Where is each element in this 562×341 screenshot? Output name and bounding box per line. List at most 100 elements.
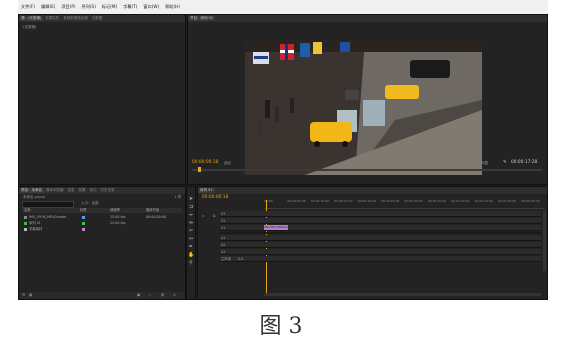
- column-media-start[interactable]: 媒体开始: [146, 208, 159, 213]
- timeline-horizontal-scrollbar[interactable]: [264, 293, 541, 296]
- label-color-swatch: [82, 216, 85, 219]
- item-fps: 25.00 fps: [110, 215, 126, 219]
- program-panel-tabs: 节目：序列 01: [188, 15, 547, 22]
- menu-file[interactable]: 文件(F): [18, 4, 38, 10]
- track-label: V1: [221, 226, 226, 230]
- slip-tool-icon[interactable]: ↔: [188, 236, 194, 242]
- menu-help[interactable]: 帮助(H): [162, 4, 183, 10]
- search-scope-dropdown[interactable]: 入口：全部: [81, 201, 99, 206]
- ruler-tick-label: 00:00:50:00: [497, 199, 517, 203]
- tab-sequence[interactable]: 序列 01: [198, 188, 215, 193]
- track-label: A1: [221, 236, 226, 240]
- new-bin-icon[interactable]: ▤: [161, 293, 164, 297]
- master-label: 主声道: [221, 257, 231, 261]
- sequence-icon: [24, 221, 27, 225]
- table-row[interactable]: 字幕素材: [22, 227, 182, 232]
- track-label: V3: [221, 212, 226, 216]
- menu-bar: 文件(F) 编辑(E) 项目(P) 序列(S) 标记(M) 字幕(T) 窗口(W…: [18, 0, 548, 14]
- menu-marker[interactable]: 标记(M): [99, 4, 120, 10]
- timeline-tabs: 序列 01: [198, 187, 547, 194]
- premiere-window: 文件(F) 编辑(E) 项目(P) 序列(S) 标记(M) 字幕(T) 窗口(W…: [18, 0, 548, 300]
- menu-edit[interactable]: 编辑(E): [38, 4, 58, 10]
- list-view-icon[interactable]: ☰: [22, 293, 25, 297]
- tab-audio-mixer[interactable]: 音频剪辑混合器: [61, 16, 90, 21]
- ripple-edit-tool-icon[interactable]: ⟛: [188, 212, 194, 218]
- column-name[interactable]: 名称: [24, 208, 31, 213]
- timeline-panel: 序列 01 00:00:00:18 ⊏ ⧉ ▾ ✎ 00:00 00:00:05…: [197, 186, 548, 300]
- delete-icon[interactable]: ✕: [173, 293, 176, 297]
- menu-project[interactable]: 项目(P): [58, 4, 78, 10]
- project-column-headers: 名称 标签 帧速率 媒体开始: [22, 208, 182, 213]
- project-panel-footer: ☰ ▦ ▣ ⌕ ▤ ✕: [19, 292, 185, 299]
- track-select-tool-icon[interactable]: ⇉: [188, 204, 194, 210]
- menu-window[interactable]: 窗口(W): [140, 4, 162, 10]
- title-icon: [24, 227, 27, 231]
- item-name: IMG_5976_MP4Grande: [29, 215, 67, 219]
- ruler-tick-label: 00:00:20:00: [357, 199, 376, 203]
- column-frame-rate[interactable]: 帧速率: [110, 208, 120, 213]
- figure-caption: 图 3: [259, 314, 303, 339]
- quality-dropdown[interactable]: 完整: [481, 161, 488, 166]
- item-name: 序列 01: [29, 221, 41, 225]
- linked-selection-icon[interactable]: ⧉: [213, 214, 216, 218]
- selection-tool-icon[interactable]: ➤: [188, 196, 194, 202]
- timeline-timecode: 00:00:00:18: [202, 195, 229, 200]
- settings-wrench-icon[interactable]: ✎: [503, 160, 507, 165]
- menu-title[interactable]: 字幕(T): [120, 4, 140, 10]
- tab-info[interactable]: 信息: [66, 188, 77, 193]
- video-track-v1[interactable]: V1 IMG_5976_MP4Grande: [220, 225, 541, 231]
- table-row[interactable]: 序列 01 25.00 fps: [22, 221, 182, 226]
- video-track-v3[interactable]: V3: [220, 211, 541, 217]
- tab-program[interactable]: 节目：序列 01: [188, 16, 216, 21]
- audio-track-a3[interactable]: A3: [220, 249, 541, 255]
- snap-icon[interactable]: ⊏: [202, 214, 205, 218]
- program-timecode: 00:00:00:18: [192, 160, 219, 165]
- razor-tool-icon[interactable]: ✂: [188, 228, 194, 234]
- hand-tool-icon[interactable]: ✋: [188, 252, 194, 258]
- table-row[interactable]: IMG_5976_MP4Grande 25.00 fps 00:00:00:00: [22, 215, 182, 220]
- tab-metadata[interactable]: 元数据: [90, 16, 105, 21]
- ruler-tick-label: 00:00:15:00: [334, 199, 353, 203]
- street-scene-image: [245, 40, 482, 175]
- source-empty-label: (无剪辑): [23, 25, 37, 29]
- tab-effects[interactable]: 效果: [77, 188, 88, 193]
- column-label[interactable]: 标签: [80, 208, 87, 213]
- playhead-scrub-bar[interactable]: [192, 167, 542, 172]
- master-track[interactable]: 主声道 0.0: [220, 256, 541, 262]
- project-item-count: 1 项: [174, 195, 181, 199]
- audio-track-a2[interactable]: A2: [220, 242, 541, 248]
- fit-dropdown[interactable]: 适合: [224, 161, 231, 166]
- audio-track-a1[interactable]: A1: [220, 235, 541, 241]
- menu-sequence[interactable]: 序列(S): [79, 4, 99, 10]
- program-video-frame: [245, 40, 482, 175]
- item-start: 00:00:00:00: [146, 215, 167, 219]
- playhead-marker[interactable]: [198, 167, 201, 172]
- tab-media-browser[interactable]: 媒体浏览器: [44, 188, 66, 193]
- ruler-tick-label: 00:00:10:00: [310, 199, 330, 203]
- ruler-tick-label: 00:00:05:00: [287, 199, 306, 203]
- zoom-tool-icon[interactable]: ⚲: [188, 260, 194, 266]
- timeline-vertical-scrollbar[interactable]: [543, 211, 546, 271]
- rolling-edit-tool-icon[interactable]: ⇹: [188, 220, 194, 226]
- new-item-icon[interactable]: ▣: [137, 293, 140, 297]
- label-color-swatch: [82, 228, 85, 231]
- timeline-clip[interactable]: IMG_5976_MP4Grande: [264, 225, 288, 230]
- find-icon[interactable]: ⌕: [149, 293, 151, 297]
- source-panel: 源：(无剪辑) 效果控件 音频剪辑混合器 元数据 (无剪辑): [18, 14, 186, 185]
- time-ruler[interactable]: 00:00 00:00:05:00 00:00:10:00 00:00:15:0…: [264, 199, 545, 209]
- pen-tool-icon[interactable]: ✒: [188, 244, 194, 250]
- icon-view-icon[interactable]: ▦: [29, 293, 32, 297]
- video-track-v2[interactable]: V2: [220, 218, 541, 224]
- tab-history[interactable]: 历史记录: [99, 188, 117, 193]
- tab-source[interactable]: 源：(无剪辑): [19, 16, 44, 21]
- tab-markers[interactable]: 标记: [88, 188, 99, 193]
- track-label: A3: [221, 250, 226, 254]
- tab-project[interactable]: 项目：未命名: [19, 188, 44, 193]
- item-name: 字幕素材: [29, 227, 43, 231]
- tools-panel: ➤ ⇉ ⟛ ⇹ ✂ ↔ ✒ ✋ ⚲: [186, 186, 196, 300]
- tab-effect-controls[interactable]: 效果控件: [43, 16, 61, 21]
- program-duration: 00:00:17:28: [511, 160, 538, 165]
- project-search-input[interactable]: [22, 201, 74, 208]
- ruler-tick-label: 00:00:35:00: [427, 199, 447, 203]
- master-volume[interactable]: 0.0: [238, 256, 243, 262]
